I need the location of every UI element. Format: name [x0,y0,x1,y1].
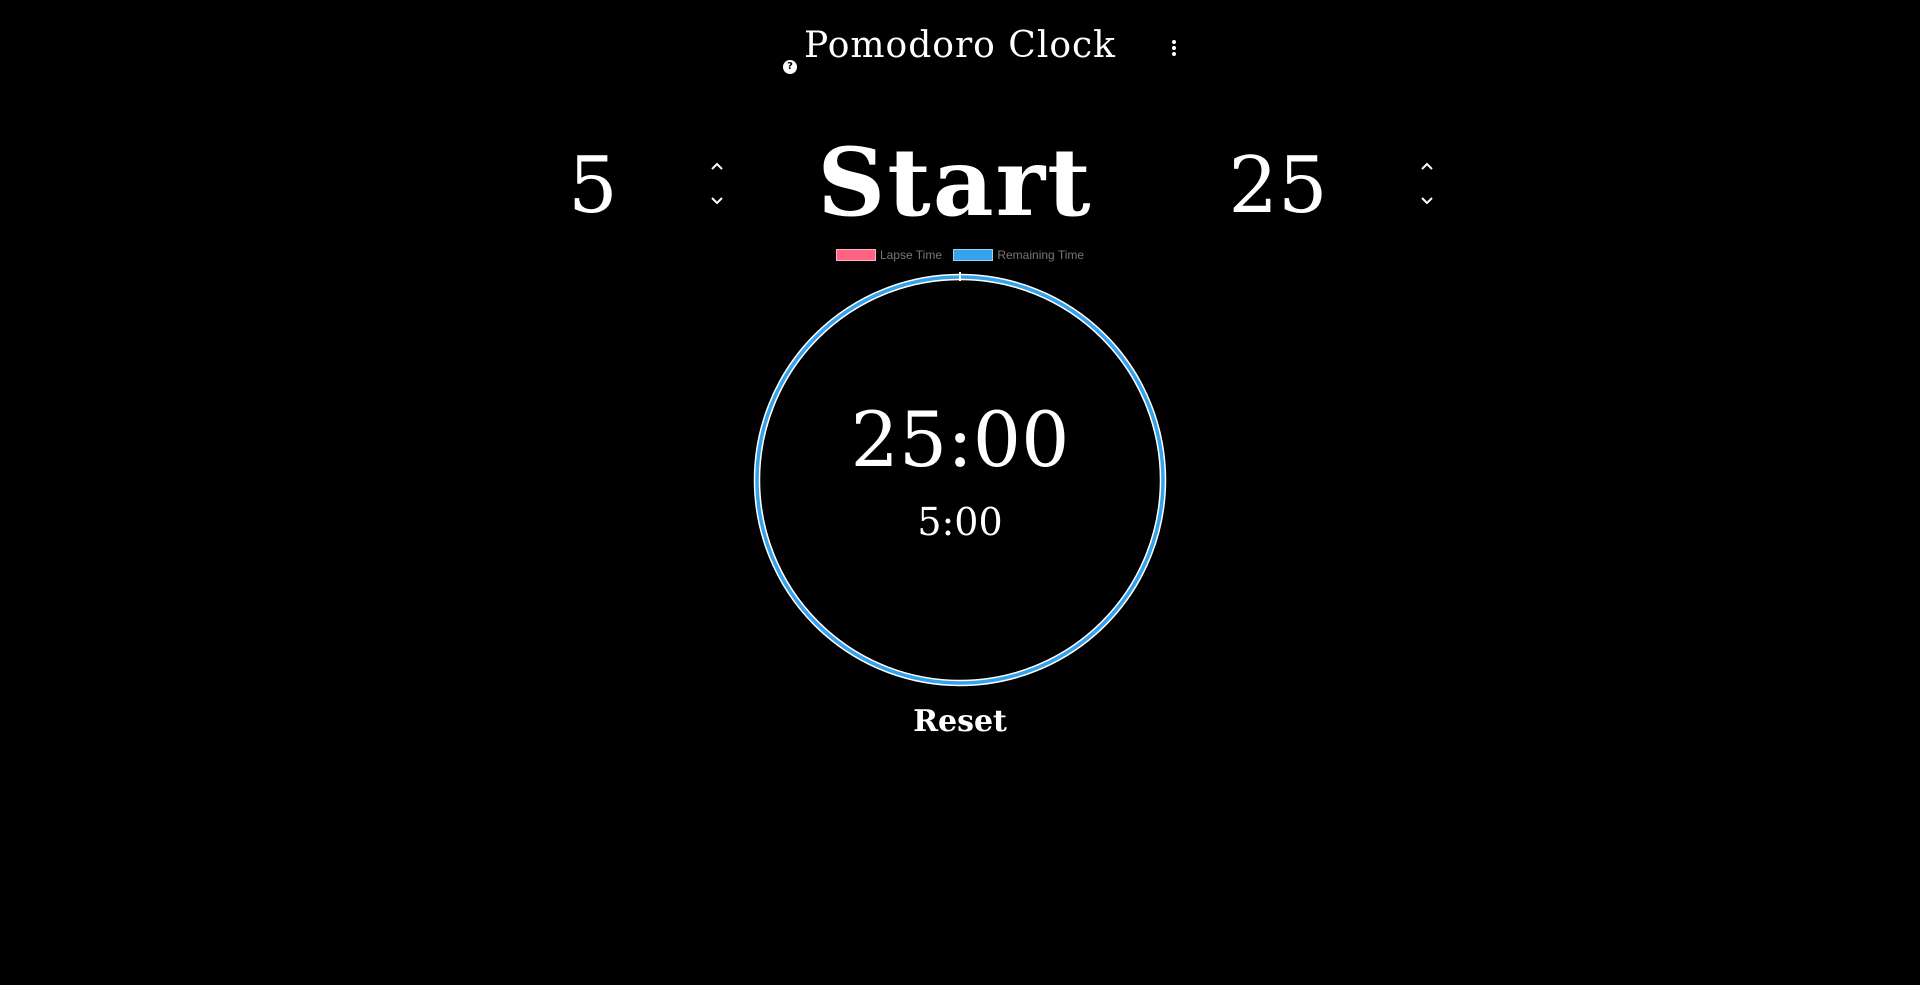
app-title: Pomodoro Clock [803,25,1116,66]
session-decrement-button[interactable] [1415,189,1439,213]
legend-item-remaining[interactable]: Remaining Time [953,247,1084,262]
break-decrement-button[interactable] [705,189,729,213]
chevron-up-icon [711,162,723,170]
legend-label-remaining: Remaining Time [997,248,1085,263]
break-length-value: 5 [568,141,618,231]
chevron-up-icon [1421,162,1433,170]
chevron-down-icon [711,197,723,205]
more-vertical-icon[interactable] [1168,40,1180,58]
legend-item-lapse[interactable]: Lapse Time [835,247,942,263]
chart-legend: Lapse Time Remaining Time [0,247,1920,262]
start-button[interactable]: Start [810,128,1100,238]
session-increment-button[interactable] [1415,154,1439,178]
break-time-display: 5:00 [917,500,1003,544]
timer-ring: 25:00 5:00 [752,272,1168,688]
reset-button[interactable]: Reset [860,700,1060,744]
help-icon[interactable]: ? [783,60,797,74]
legend-label-lapse: Lapse Time [879,248,942,263]
chevron-down-icon [1421,197,1433,205]
remaining-swatch [953,249,994,262]
break-increment-button[interactable] [705,154,729,178]
session-time-display: 25:00 [850,395,1070,484]
lapse-swatch [835,249,876,262]
session-length-value: 25 [1228,141,1328,231]
